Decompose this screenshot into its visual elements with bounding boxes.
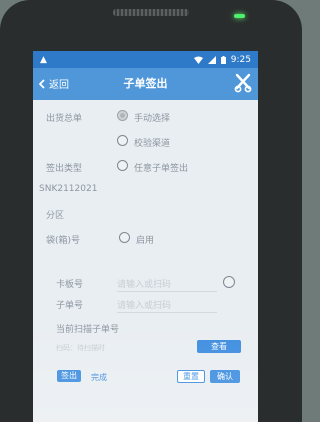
card-board-label: 卡板号 [56, 280, 84, 290]
complete-label[interactable]: 完成 [91, 372, 107, 383]
enable-label: 启用 [136, 236, 155, 246]
checkout-form: 出货总单 手动选择 校验渠道 签出类型 任意子单签出 SNK2112021 分区… [33, 100, 258, 422]
confirm-button[interactable]: 确认 [210, 370, 240, 383]
scan-status: 扫码：待扫描时 [56, 344, 105, 352]
manual-select-radio[interactable] [117, 110, 128, 121]
query-button[interactable]: 查看 [197, 340, 241, 353]
device-frame: ▲ 9:25 返回 子单签出 出货总单 手动选择 校验渠道 签出类型 任意子单签… [0, 0, 302, 422]
current-scan-label: 当前扫描子单号 [56, 325, 120, 335]
verify-channel-label: 校验渠道 [134, 139, 171, 149]
card-board-scan-toggle[interactable] [223, 276, 235, 288]
any-sub-order-label: 任意子单签出 [134, 164, 189, 174]
speaker-grille [113, 9, 189, 16]
checkout-type-label: 签出类型 [46, 164, 83, 174]
box-number-label: 袋(箱)号 [46, 236, 81, 246]
card-board-input[interactable]: 请输入或扫码 [117, 277, 171, 290]
order-number: SNK2112021 [39, 184, 98, 194]
wifi-icon [193, 56, 203, 64]
enable-radio[interactable] [119, 232, 130, 243]
signal-icon [207, 55, 216, 64]
sub-order-underline [117, 312, 217, 313]
warning-icon: ▲ [40, 54, 47, 65]
card-board-underline [117, 291, 217, 292]
zone-label: 分区 [46, 211, 65, 221]
status-bar: ▲ 9:25 [33, 51, 258, 68]
sub-order-input[interactable]: 请输入或扫码 [117, 298, 171, 311]
battery-icon [220, 55, 226, 64]
clock: 9:25 [230, 54, 251, 65]
status-led [234, 14, 245, 18]
page-title: 子单签出 [123, 77, 168, 90]
app-bar: 返回 子单签出 [33, 68, 258, 100]
sub-order-label: 子单号 [56, 301, 84, 311]
manual-select-label: 手动选择 [134, 114, 171, 124]
verify-channel-radio[interactable] [117, 135, 128, 146]
close-icon[interactable] [234, 73, 252, 93]
outbound-label: 出货总单 [46, 114, 83, 124]
reset-button[interactable]: 重置 [177, 370, 205, 383]
checkout-button[interactable]: 签出 [57, 370, 81, 382]
screen: ▲ 9:25 返回 子单签出 出货总单 手动选择 校验渠道 签出类型 任意子单签… [33, 51, 258, 422]
any-sub-order-radio[interactable] [117, 160, 128, 171]
